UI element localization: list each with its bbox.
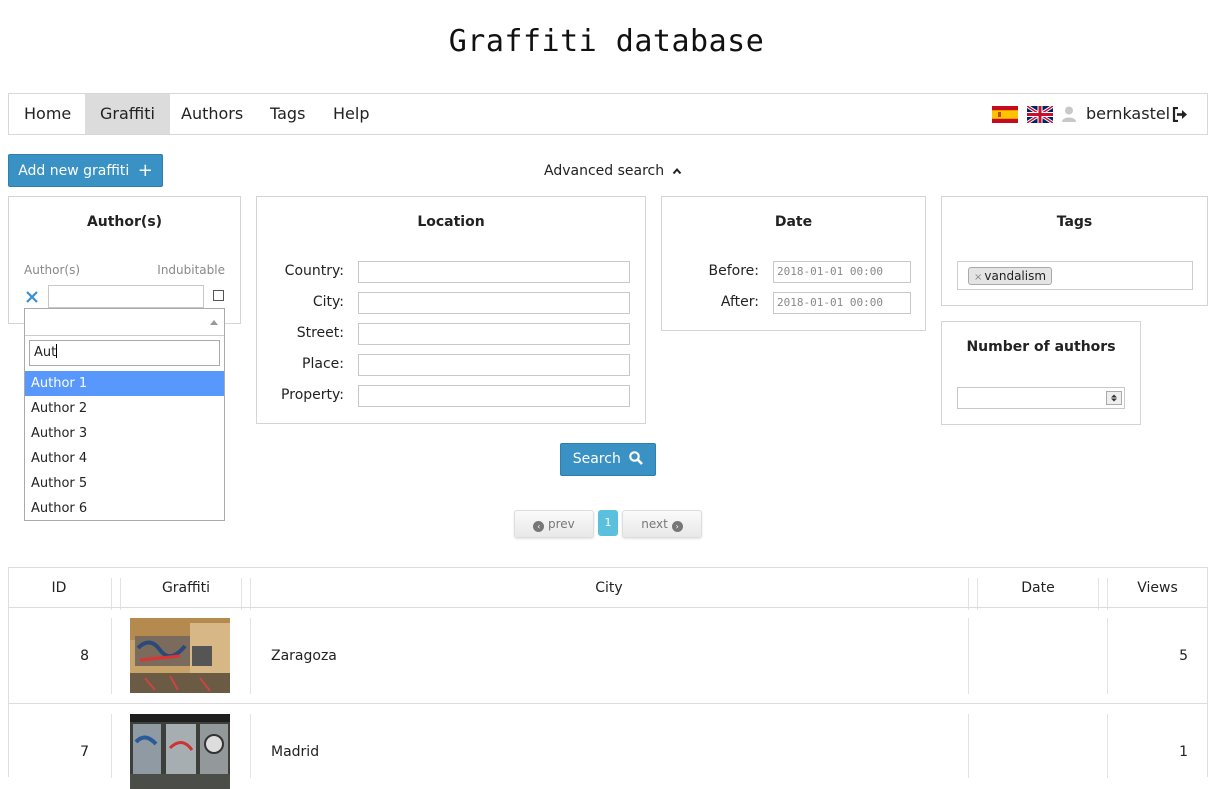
graffiti-thumbnail[interactable] <box>130 618 230 693</box>
logout-icon[interactable] <box>1172 107 1188 122</box>
spanish-flag-icon[interactable] <box>992 106 1018 123</box>
remove-author-icon[interactable] <box>26 291 38 303</box>
author-option[interactable]: Author 1 <box>25 371 224 396</box>
prev-arrow-icon: ‹ <box>533 521 545 532</box>
search-icon <box>629 451 644 465</box>
date-panel-title: Date <box>774 214 813 230</box>
graffiti-thumbnail[interactable] <box>130 714 230 789</box>
author-option[interactable]: Author 5 <box>25 471 224 496</box>
number-of-authors-panel: Number of authors <box>941 321 1141 425</box>
add-graffiti-button[interactable]: Add new graffiti + <box>8 154 163 187</box>
remove-tag-icon[interactable]: × <box>974 272 982 283</box>
authors-panel-title: Author(s) <box>86 214 163 230</box>
tags-panel-title: Tags <box>1056 214 1093 230</box>
authors-panel: Author(s) Author(s) Indubitable <box>8 196 241 324</box>
author-option[interactable]: Author 3 <box>25 421 224 446</box>
search-button-label: Search <box>572 451 621 467</box>
street-input[interactable] <box>358 323 630 345</box>
after-label: After: <box>720 294 759 310</box>
number-of-authors-title: Number of authors <box>966 339 1116 355</box>
author-option[interactable]: Author 2 <box>25 396 224 421</box>
indubitable-column-label: Indubitable <box>157 263 225 277</box>
country-input[interactable] <box>358 261 630 283</box>
cell-id: 7 <box>80 744 89 760</box>
main-navbar: Home Graffiti Authors Tags Help bernkast… <box>8 93 1208 135</box>
graffiti-table: ID Graffiti City Date Views 8 Zaragoza 5… <box>8 567 1208 789</box>
prev-page-button[interactable]: ‹ prev <box>514 510 594 538</box>
author-dropdown: Aut Author 1 Author 2 Author 3 Author 4 … <box>24 308 225 521</box>
cell-city: Zaragoza <box>271 648 337 664</box>
author-select-box[interactable] <box>25 309 224 336</box>
user-icon <box>1062 106 1076 122</box>
property-input[interactable] <box>358 385 630 407</box>
next-arrow-icon: › <box>671 521 683 532</box>
cell-views: 5 <box>1179 648 1188 664</box>
author-search-input[interactable]: Aut <box>29 340 220 366</box>
plus-icon: + <box>137 160 153 181</box>
tag-chip: × vandalism <box>968 267 1053 285</box>
column-header-graffiti[interactable]: Graffiti <box>121 568 251 608</box>
author-option[interactable]: Author 4 <box>25 446 224 471</box>
author-input[interactable] <box>48 285 204 308</box>
spinner-arrows-icon <box>1111 394 1117 402</box>
date-panel: Date Before: 2018-01-01 00:00 After: 201… <box>661 196 926 331</box>
advanced-search-label: Advanced search <box>544 163 665 179</box>
column-header-id[interactable]: ID <box>9 568 109 608</box>
street-label: Street: <box>296 325 344 341</box>
tags-panel: Tags × vandalism <box>941 196 1208 306</box>
prev-page-label: prev <box>548 517 575 531</box>
country-label: Country: <box>284 263 344 279</box>
tags-input[interactable]: × vandalism <box>957 261 1193 290</box>
nav-graffiti[interactable]: Graffiti <box>85 94 170 134</box>
author-column-label: Author(s) <box>24 263 81 277</box>
property-label: Property: <box>281 387 344 403</box>
chevron-up-icon <box>672 167 681 175</box>
cell-views: 1 <box>1179 744 1188 760</box>
advanced-search-toggle[interactable]: Advanced search <box>544 163 682 179</box>
nav-home[interactable]: Home <box>9 94 86 134</box>
nav-help[interactable]: Help <box>318 94 384 134</box>
location-panel: Location Country: City: Street: Place: P… <box>256 196 646 424</box>
place-input[interactable] <box>358 354 630 376</box>
current-page[interactable]: 1 <box>598 510 618 536</box>
column-header-views[interactable]: Views <box>1108 568 1207 608</box>
cell-id: 8 <box>80 648 89 664</box>
number-spinner[interactable] <box>1106 391 1122 405</box>
uk-flag-icon[interactable] <box>1027 106 1053 123</box>
indubitable-checkbox[interactable] <box>213 290 224 301</box>
city-label: City: <box>312 294 344 310</box>
column-header-city[interactable]: City <box>250 568 968 608</box>
column-header-date[interactable]: Date <box>978 568 1098 608</box>
location-panel-title: Location <box>417 214 485 230</box>
number-of-authors-input[interactable] <box>957 387 1125 409</box>
nav-tags[interactable]: Tags <box>255 94 320 134</box>
place-label: Place: <box>302 356 344 372</box>
city-input[interactable] <box>358 292 630 314</box>
before-label: Before: <box>708 263 760 279</box>
cell-city: Madrid <box>271 744 320 760</box>
author-option[interactable]: Author 6 <box>25 496 224 521</box>
after-date-input[interactable]: 2018-01-01 00:00 <box>773 292 911 314</box>
site-title: Graffiti database <box>448 24 765 59</box>
before-date-input[interactable]: 2018-01-01 00:00 <box>773 261 911 283</box>
add-graffiti-label: Add new graffiti <box>18 163 130 179</box>
nav-authors[interactable]: Authors <box>166 94 258 134</box>
search-button[interactable]: Search <box>560 443 656 476</box>
next-page-button[interactable]: next › <box>622 510 702 538</box>
caret-up-icon <box>210 320 218 325</box>
username[interactable]: bernkastel <box>1086 94 1170 134</box>
next-page-label: next <box>641 517 668 531</box>
tag-chip-label: vandalism <box>984 269 1047 283</box>
